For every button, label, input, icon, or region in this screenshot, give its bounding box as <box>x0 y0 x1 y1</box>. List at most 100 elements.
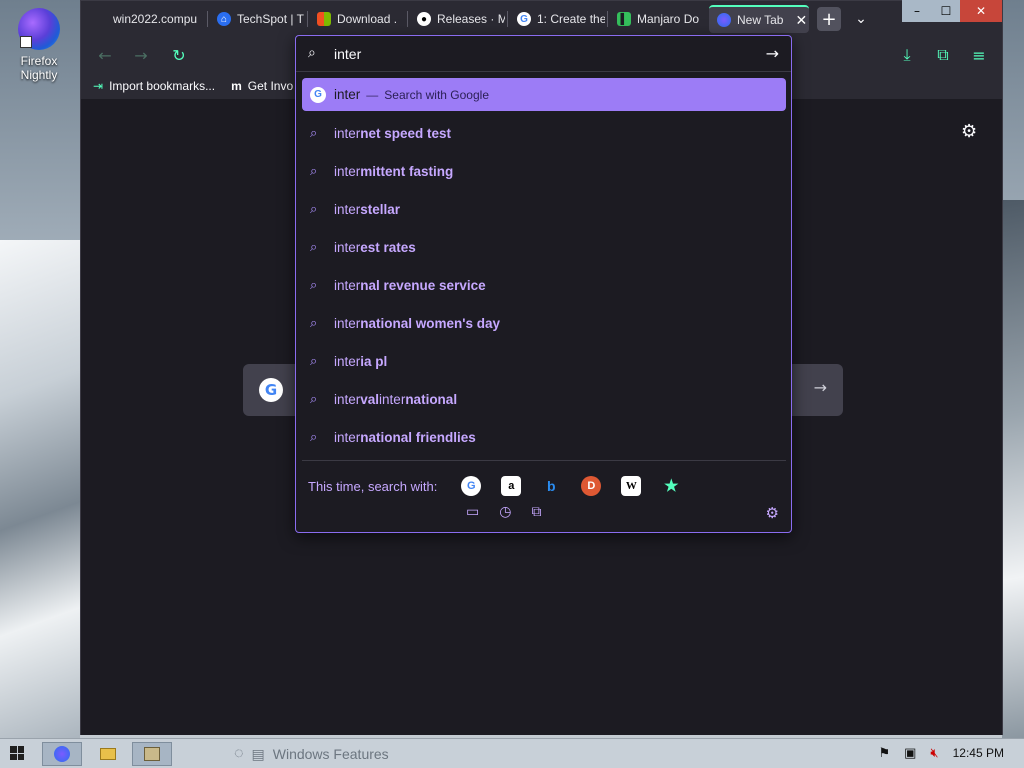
search-icon: ⌕ <box>310 125 318 140</box>
extensions-button[interactable]: ⧉ <box>929 43 957 67</box>
tab-1-label: TechSpot | T <box>237 12 304 26</box>
tabs-mode-icon[interactable]: ▭ <box>466 504 479 520</box>
puzzle-icon: ⧉ <box>937 45 949 64</box>
tab-6-active[interactable]: New Tab ✕ <box>709 5 809 33</box>
bookmark-get-invo[interactable]: m Get Invo <box>231 79 293 93</box>
bookmark-get-invo-label: Get Invo <box>247 79 294 93</box>
search-icon: ⌕ <box>310 277 318 292</box>
one-off-label: This time, search with: <box>308 478 438 494</box>
minimize-button[interactable]: – <box>902 0 932 22</box>
search-icon: ⌕ <box>310 315 318 330</box>
suggestion-row[interactable]: ⌕ inter national friendlies <box>302 418 786 456</box>
taskbar: ◌ ▤ Windows Features ⚑ ▣ 🔇︎ 12:45 PM <box>0 738 1024 768</box>
suggestion-row[interactable]: ⌕ inter val inter national <box>302 380 786 418</box>
system-tray: ⚑ ▣ 🔇︎ 12:45 PM <box>878 745 1004 761</box>
amazon-engine-icon[interactable]: a <box>501 476 522 496</box>
suggestion-search-with-google[interactable]: G inter — Search with Google <box>302 78 786 111</box>
suggestion-completion-2: national <box>405 391 458 407</box>
suggestion-typed: inter <box>334 315 361 331</box>
back-button[interactable]: ← <box>91 43 119 67</box>
firefox-icon <box>717 13 731 27</box>
go-arrow-icon[interactable]: → <box>766 44 779 63</box>
suggestion-typed-repeat: inter <box>379 391 406 407</box>
server-manager-icon <box>144 747 160 761</box>
tab-3[interactable]: ● Releases · M <box>409 5 505 33</box>
download-icon: ⤓ <box>903 45 911 64</box>
start-button[interactable] <box>10 746 24 760</box>
network-icon[interactable]: ▣ <box>904 745 916 761</box>
suggestion-row[interactable]: ⌕ inter ia pl <box>302 342 786 380</box>
search-icon: ⌕ <box>310 353 318 368</box>
taskbar-task[interactable]: ◌ ▤ Windows Features <box>234 745 389 763</box>
taskbar-file-explorer[interactable] <box>88 742 128 766</box>
tab-4[interactable]: G 1: Create the <box>509 5 605 33</box>
google-logo-icon: G <box>259 378 283 402</box>
selected-dash: — <box>366 87 379 102</box>
menu-button[interactable]: ≡ <box>965 43 993 67</box>
m-icon: m <box>231 79 242 93</box>
suggestion-row[interactable]: ⌕ inter net speed test <box>302 114 786 152</box>
search-settings-gear-icon[interactable]: ⚙ <box>766 504 779 522</box>
maximize-button[interactable]: ☐ <box>932 0 960 22</box>
suggestion-row[interactable]: ⌕ inter stellar <box>302 190 786 228</box>
desktop-icon-firefox-nightly[interactable]: Firefox Nightly <box>8 6 70 82</box>
suggestion-typed: inter <box>334 277 361 293</box>
tab-5[interactable]: ▌ Manjaro Do <box>609 5 705 33</box>
duckduckgo-engine-icon[interactable]: D <box>581 476 602 496</box>
suggestion-row[interactable]: ⌕ inter nal revenue service <box>302 266 786 304</box>
taskbar-server-manager[interactable] <box>132 742 172 766</box>
suggestion-row[interactable]: ⌕ inter mittent fasting <box>302 152 786 190</box>
taskbar-firefox[interactable] <box>42 742 82 766</box>
suggestion-completion: est rates <box>360 239 416 255</box>
tab-5-label: Manjaro Do <box>637 12 700 26</box>
suggestion-row[interactable]: ⌕ inter national women's day <box>302 304 786 342</box>
suggestion-completion: mittent fasting <box>360 163 454 179</box>
suggestion-completion: national women's day <box>360 315 501 331</box>
arrow-right-icon[interactable]: → <box>814 378 827 397</box>
star-bookmark-icon[interactable]: ★ <box>661 476 681 496</box>
tab-3-label: Releases · M <box>437 12 505 26</box>
suggestion-completion: nal revenue service <box>360 277 486 293</box>
suggestion-completion: ia pl <box>360 353 388 369</box>
history-mode-icon[interactable]: ◷ <box>499 504 511 520</box>
list-all-tabs-button[interactable]: ⌄ <box>849 7 873 31</box>
url-input[interactable] <box>334 44 754 64</box>
reload-button[interactable]: ↻ <box>165 43 193 67</box>
urlbar-input-row: ⌕ → <box>296 36 791 72</box>
tab-0[interactable]: win2022.compu <box>105 5 205 33</box>
forward-button[interactable]: → <box>127 43 155 67</box>
actions-mode-icon[interactable]: ⧉ <box>531 504 541 520</box>
suggestion-typed: inter <box>334 239 361 255</box>
close-window-button[interactable]: ✕ <box>960 0 1002 22</box>
browser-window: win2022.compu ⌂ TechSpot | T Download . … <box>80 0 1003 735</box>
chevron-down-icon: ⌄ <box>855 11 867 27</box>
suggestion-completion: net speed test <box>360 125 452 141</box>
search-icon: ⌕ <box>310 201 318 216</box>
customize-gear-icon[interactable]: ⚙ <box>961 121 977 142</box>
tab-2[interactable]: Download . <box>309 5 405 33</box>
tab-1[interactable]: ⌂ TechSpot | T <box>209 5 305 33</box>
folder-icon <box>100 748 116 760</box>
techspot-icon: ⌂ <box>217 12 231 26</box>
bookmark-import[interactable]: ⇥ Import bookmarks... <box>93 79 215 93</box>
bing-engine-icon[interactable]: b <box>541 476 561 496</box>
clock[interactable]: 12:45 PM <box>953 746 1004 760</box>
one-off-search-bar: This time, search with: G a b D W ★ <box>308 476 681 496</box>
firefox-nightly-icon <box>18 8 60 50</box>
suggestion-row[interactable]: ⌕ inter est rates <box>302 228 786 266</box>
flag-icon[interactable]: ⚑ <box>878 745 890 761</box>
search-icon: ⌕ <box>310 391 318 406</box>
tab-6-label: New Tab <box>737 13 784 27</box>
suggestion-typed: inter <box>334 353 361 369</box>
selected-typed: inter <box>334 87 361 102</box>
search-icon: ⌕ <box>310 163 318 178</box>
suggestion-list: G inter — Search with Google ⌕ inter net … <box>302 78 786 456</box>
suggestion-typed: inter <box>334 391 361 407</box>
close-tab-icon[interactable]: ✕ <box>795 12 807 29</box>
wikipedia-engine-icon[interactable]: W <box>621 476 642 496</box>
manjaro-icon: ▌ <box>617 12 631 26</box>
volume-muted-icon[interactable]: 🔇︎ <box>930 745 938 761</box>
google-engine-icon[interactable]: G <box>461 476 482 496</box>
new-tab-button[interactable]: + <box>817 7 841 31</box>
downloads-button[interactable]: ⤓ <box>893 43 921 67</box>
